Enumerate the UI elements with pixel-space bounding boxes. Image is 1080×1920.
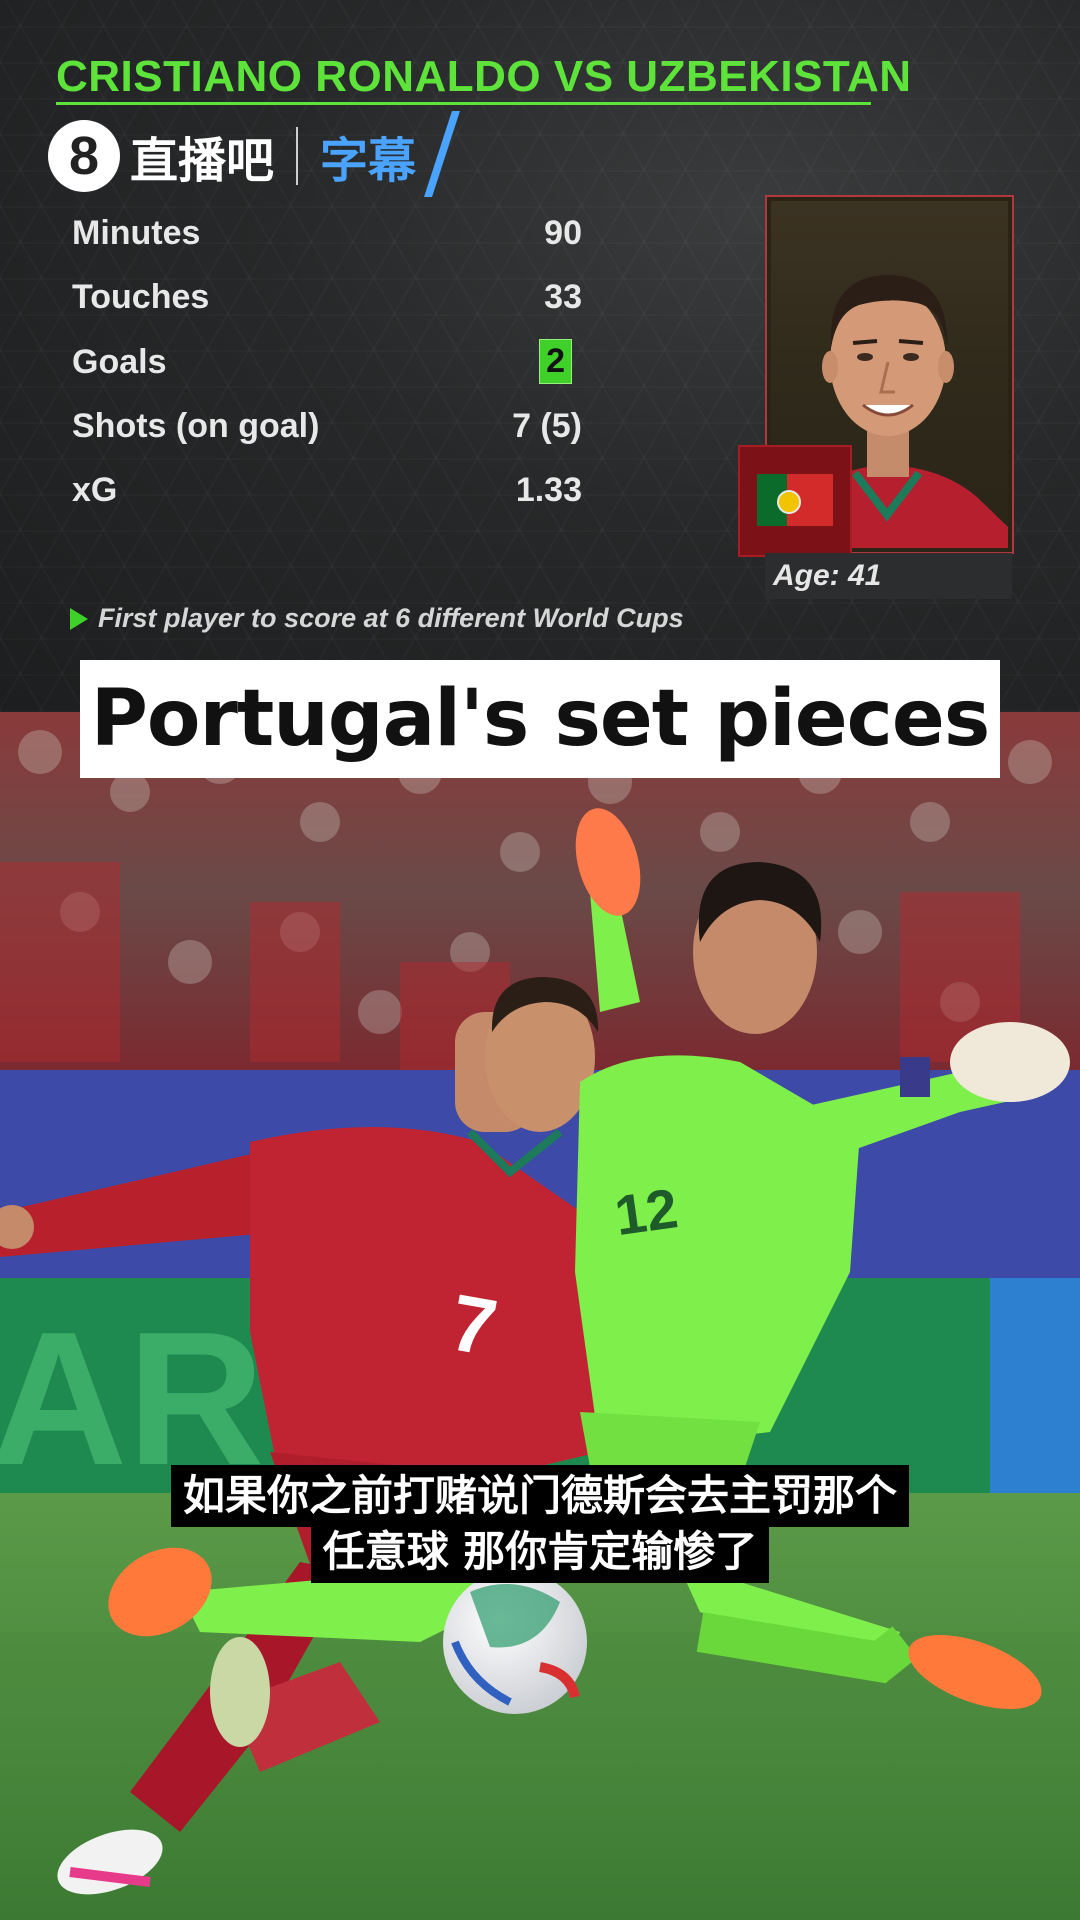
stat-value-highlighted: 2 <box>539 339 572 384</box>
stat-row-minutes: Minutes 90 <box>72 214 582 266</box>
stat-value: 33 <box>544 278 582 316</box>
brand-subtitle-tag: 字幕 <box>320 111 461 197</box>
stat-value: 7 (5) <box>512 407 582 445</box>
stat-label: Goals <box>72 343 167 381</box>
stats-panel: CRISTIANO RONALDO VS UZBEKISTAN 8 直播吧 字幕… <box>0 0 1080 712</box>
stat-value: 90 <box>544 214 582 252</box>
subtitle-text: 任意球 那你肯定输惨了 <box>310 1521 770 1583</box>
stat-row-touches: Touches 33 <box>72 278 582 330</box>
brand-divider <box>296 127 299 185</box>
match-action-photo: ARTS 7 12 <box>0 712 1080 1920</box>
brand-name: 直播吧 <box>130 133 275 189</box>
brand-subtitle-text: 字幕 <box>320 133 417 189</box>
headline-underline <box>56 102 871 105</box>
subtitle-line-2: 任意球 那你肯定输惨了 <box>0 1521 1080 1583</box>
brand-logo-icon: 8 <box>48 120 120 192</box>
stat-row-xg: xG 1.33 <box>72 471 582 523</box>
section-title-banner: Portugal's set pieces <box>80 660 1000 778</box>
action-photo-illustration: ARTS 7 12 <box>0 712 1080 1920</box>
record-note-text: First player to score at 6 different Wor… <box>98 603 684 633</box>
record-note: First player to score at 6 different Wor… <box>70 603 684 634</box>
match-headline: CRISTIANO RONALDO VS UZBEKISTAN <box>56 52 912 101</box>
stat-row-shots: Shots (on goal) 7 (5) <box>72 407 582 459</box>
stat-label: Touches <box>72 278 210 316</box>
stat-label: Shots (on goal) <box>72 407 320 445</box>
stat-row-goals: Goals 2 <box>72 339 582 395</box>
nationality-flag-box <box>738 445 852 557</box>
broadcaster-brand: 8 直播吧 字幕 <box>48 111 461 197</box>
play-arrow-icon <box>70 607 88 630</box>
stat-label: xG <box>72 471 118 509</box>
subtitle-line-1: 如果你之前打赌说门德斯会去主罚那个 <box>0 1465 1080 1527</box>
svg-text:12: 12 <box>611 1176 681 1247</box>
subtitle-text: 如果你之前打赌说门德斯会去主罚那个 <box>170 1465 909 1527</box>
stat-value: 1.33 <box>515 471 582 509</box>
player-age: Age: 41 <box>765 553 1012 599</box>
portugal-flag-icon <box>757 474 833 526</box>
stat-label: Minutes <box>72 214 201 252</box>
